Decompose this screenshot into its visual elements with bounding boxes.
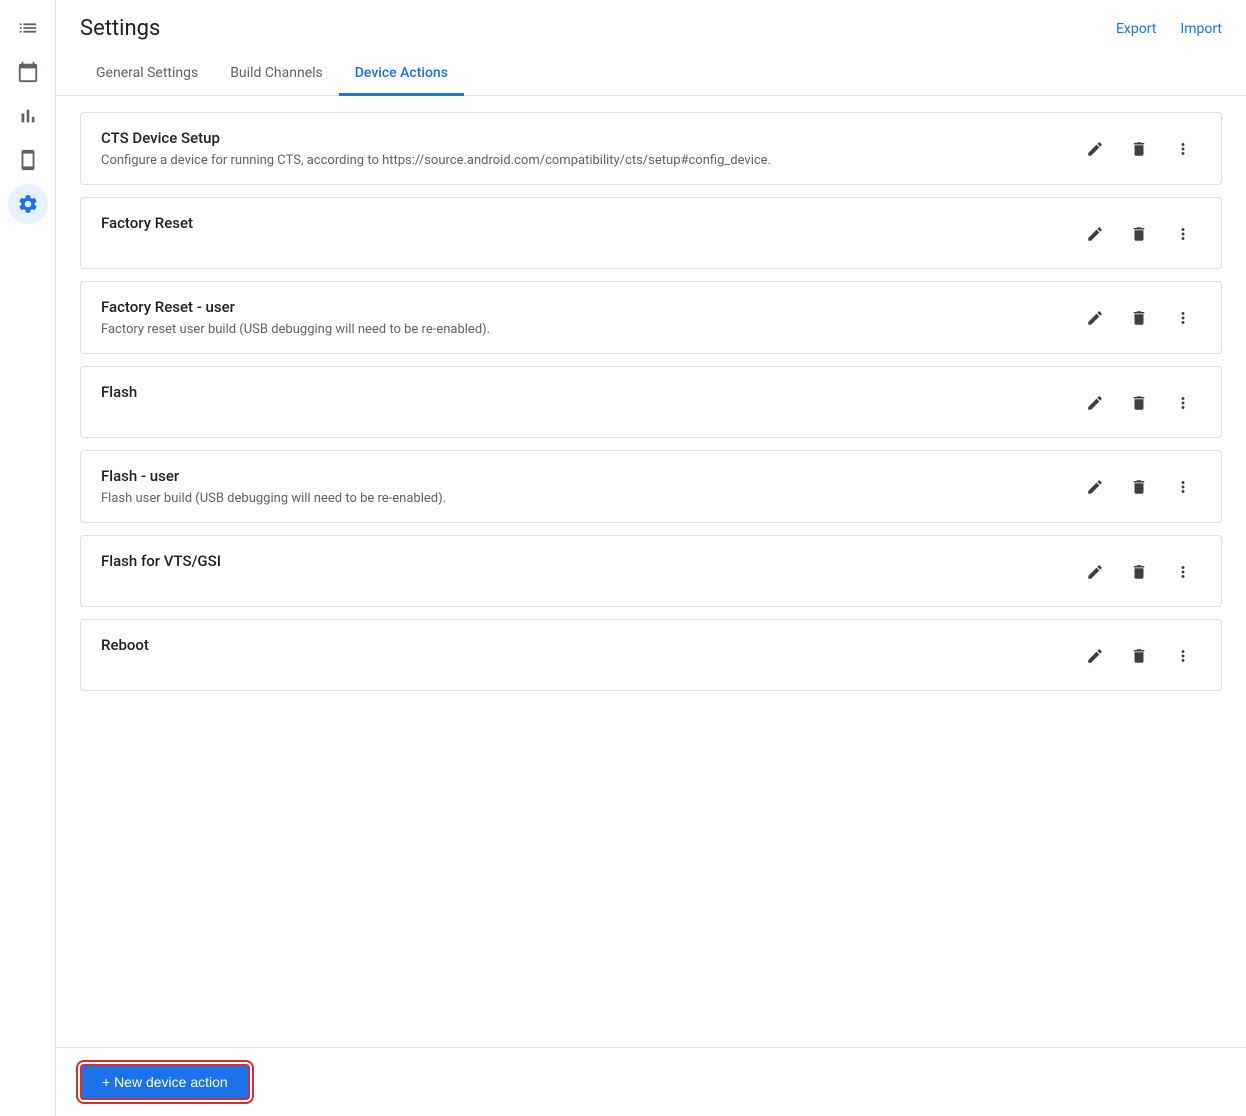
action-card-content: Flash for VTS/GSI xyxy=(101,552,1077,576)
action-card-icons xyxy=(1077,383,1201,421)
action-card-content: Factory Reset xyxy=(101,214,1077,238)
more-options-button[interactable] xyxy=(1165,469,1201,505)
action-card-cts-device-setup: CTS Device Setup Configure a device for r… xyxy=(80,112,1222,185)
action-card-description: Flash user build (USB debugging will nee… xyxy=(101,491,1077,506)
delete-button[interactable] xyxy=(1121,216,1157,252)
edit-icon xyxy=(1086,563,1104,581)
delete-icon xyxy=(1130,478,1148,496)
edit-icon xyxy=(1086,140,1104,158)
action-card-factory-reset-user: Factory Reset - user Factory reset user b… xyxy=(80,281,1222,354)
delete-icon xyxy=(1130,140,1148,158)
sidebar-item-chart[interactable] xyxy=(8,96,48,136)
more-vert-icon xyxy=(1174,563,1192,581)
more-vert-icon xyxy=(1174,394,1192,412)
action-card-factory-reset: Factory Reset xyxy=(80,197,1222,269)
delete-icon xyxy=(1130,309,1148,327)
delete-button[interactable] xyxy=(1121,131,1157,167)
action-card-icons xyxy=(1077,214,1201,252)
edit-button[interactable] xyxy=(1077,638,1113,674)
action-card-content: CTS Device Setup Configure a device for r… xyxy=(101,129,1077,168)
delete-button[interactable] xyxy=(1121,385,1157,421)
tab-build-channels[interactable]: Build Channels xyxy=(214,53,339,96)
chart-icon xyxy=(17,105,39,127)
action-card-title: Reboot xyxy=(101,636,1077,654)
tab-device-actions[interactable]: Device Actions xyxy=(339,53,464,96)
footer: + New device action xyxy=(56,1047,1246,1116)
tab-general-settings[interactable]: General Settings xyxy=(80,53,214,96)
action-card-reboot: Reboot xyxy=(80,619,1222,691)
delete-icon xyxy=(1130,225,1148,243)
action-card-icons xyxy=(1077,467,1201,505)
edit-icon xyxy=(1086,394,1104,412)
new-device-action-button[interactable]: + New device action xyxy=(80,1064,250,1100)
more-options-button[interactable] xyxy=(1165,131,1201,167)
edit-button[interactable] xyxy=(1077,554,1113,590)
header-actions: Export Import xyxy=(1116,21,1222,37)
action-card-description: Configure a device for running CTS, acco… xyxy=(101,153,1077,168)
action-card-title: CTS Device Setup xyxy=(101,129,1077,147)
more-vert-icon xyxy=(1174,478,1192,496)
calendar-icon xyxy=(17,61,39,83)
more-options-button[interactable] xyxy=(1165,300,1201,336)
edit-button[interactable] xyxy=(1077,300,1113,336)
action-card-icons xyxy=(1077,552,1201,590)
phone-icon xyxy=(17,149,39,171)
import-link[interactable]: Import xyxy=(1180,21,1222,37)
action-card-flash-user: Flash - user Flash user build (USB debugg… xyxy=(80,450,1222,523)
delete-button[interactable] xyxy=(1121,469,1157,505)
delete-button[interactable] xyxy=(1121,300,1157,336)
more-options-button[interactable] xyxy=(1165,216,1201,252)
delete-icon xyxy=(1130,563,1148,581)
edit-button[interactable] xyxy=(1077,385,1113,421)
more-options-button[interactable] xyxy=(1165,385,1201,421)
page-title: Settings xyxy=(80,16,160,41)
more-vert-icon xyxy=(1174,647,1192,665)
sidebar xyxy=(0,0,56,1116)
action-card-title: Factory Reset xyxy=(101,214,1077,232)
more-vert-icon xyxy=(1174,309,1192,327)
edit-icon xyxy=(1086,478,1104,496)
sidebar-item-phone[interactable] xyxy=(8,140,48,180)
more-options-button[interactable] xyxy=(1165,638,1201,674)
sidebar-item-list[interactable] xyxy=(8,8,48,48)
action-card-title: Flash xyxy=(101,383,1077,401)
content-area: CTS Device Setup Configure a device for r… xyxy=(56,96,1246,1047)
action-card-content: Flash xyxy=(101,383,1077,407)
action-card-content: Flash - user Flash user build (USB debugg… xyxy=(101,467,1077,506)
action-card-content: Factory Reset - user Factory reset user b… xyxy=(101,298,1077,337)
action-card-content: Reboot xyxy=(101,636,1077,660)
edit-icon xyxy=(1086,647,1104,665)
delete-icon xyxy=(1130,394,1148,412)
edit-icon xyxy=(1086,309,1104,327)
more-vert-icon xyxy=(1174,225,1192,243)
sidebar-item-settings[interactable] xyxy=(8,184,48,224)
action-card-icons xyxy=(1077,129,1201,167)
edit-button[interactable] xyxy=(1077,131,1113,167)
tabs-container: General Settings Build Channels Device A… xyxy=(56,53,1246,96)
export-link[interactable]: Export xyxy=(1116,21,1156,37)
edit-button[interactable] xyxy=(1077,469,1113,505)
action-card-title: Flash - user xyxy=(101,467,1077,485)
action-card-icons xyxy=(1077,636,1201,674)
action-card-title: Flash for VTS/GSI xyxy=(101,552,1077,570)
more-options-button[interactable] xyxy=(1165,554,1201,590)
action-card-flash-vts-gsi: Flash for VTS/GSI xyxy=(80,535,1222,607)
sidebar-item-calendar[interactable] xyxy=(8,52,48,92)
action-card-icons xyxy=(1077,298,1201,336)
action-card-flash: Flash xyxy=(80,366,1222,438)
edit-button[interactable] xyxy=(1077,216,1113,252)
delete-icon xyxy=(1130,647,1148,665)
delete-button[interactable] xyxy=(1121,554,1157,590)
action-card-description: Factory reset user build (USB debugging … xyxy=(101,322,1077,337)
edit-icon xyxy=(1086,225,1104,243)
delete-button[interactable] xyxy=(1121,638,1157,674)
main-content: Settings Export Import General Settings … xyxy=(56,0,1246,1116)
settings-icon xyxy=(17,193,39,215)
more-vert-icon xyxy=(1174,140,1192,158)
list-icon xyxy=(17,17,39,39)
action-card-title: Factory Reset - user xyxy=(101,298,1077,316)
header: Settings Export Import xyxy=(56,0,1246,41)
